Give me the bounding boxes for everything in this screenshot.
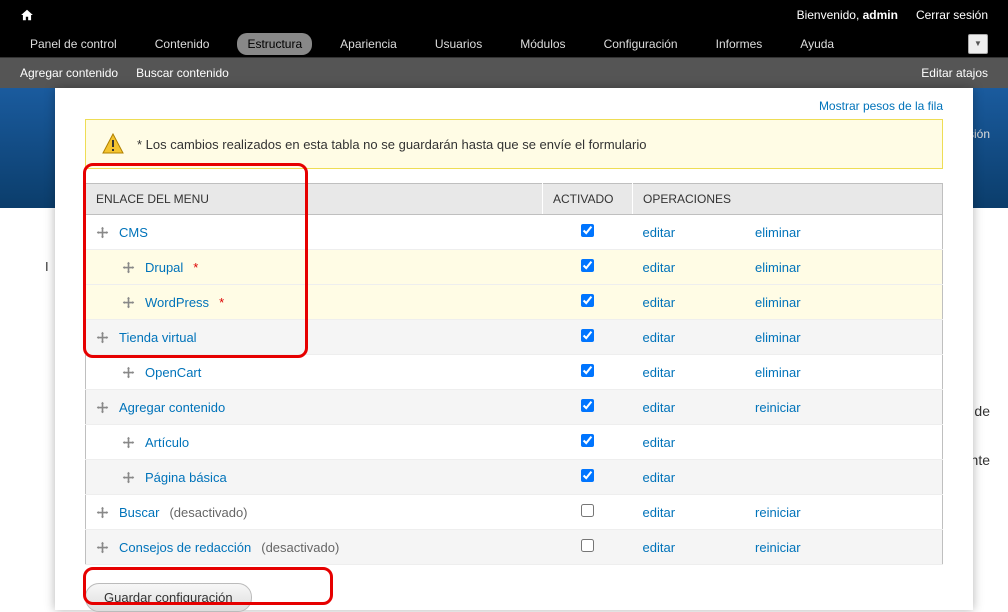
edit-link[interactable]: editar — [643, 330, 676, 345]
toolbar-collapse-icon[interactable]: ▼ — [968, 34, 988, 54]
menu-link[interactable]: WordPress — [145, 295, 209, 310]
edit-link[interactable]: editar — [643, 540, 676, 555]
table-row: Drupal * editar eliminar — [86, 250, 943, 285]
reset-link[interactable]: reiniciar — [755, 400, 801, 415]
table-row: Página básica editar — [86, 460, 943, 495]
warning-message: * Los cambios realizados en esta tabla n… — [85, 119, 943, 169]
menu-link[interactable]: Agregar contenido — [119, 400, 225, 415]
reset-link[interactable]: reiniciar — [755, 505, 801, 520]
drag-handle-icon[interactable] — [96, 541, 109, 554]
drag-handle-icon[interactable] — [122, 261, 135, 274]
save-config-button[interactable]: Guardar configuración — [85, 583, 252, 612]
menu-link[interactable]: Drupal — [145, 260, 183, 275]
col-ops: OPERACIONES — [633, 184, 943, 215]
col-enabled: ACTIVADO — [543, 184, 633, 215]
changed-marker: * — [219, 295, 224, 310]
drag-handle-icon[interactable] — [122, 296, 135, 309]
enabled-checkbox[interactable] — [581, 539, 594, 552]
welcome-prefix: Bienvenido, — [797, 8, 863, 22]
shortcut-edit[interactable]: Editar atajos — [921, 66, 988, 80]
menu-apariencia[interactable]: Apariencia — [330, 33, 407, 55]
table-row: OpenCart editar eliminar — [86, 355, 943, 390]
delete-link[interactable]: eliminar — [755, 330, 801, 345]
menu-link[interactable]: Consejos de redacción — [119, 540, 251, 555]
disabled-suffix: (desactivado) — [261, 540, 339, 555]
menu-link[interactable]: CMS — [119, 225, 148, 240]
edit-link[interactable]: editar — [643, 225, 676, 240]
delete-link[interactable]: eliminar — [755, 260, 801, 275]
menu-usuarios[interactable]: Usuarios — [425, 33, 492, 55]
drag-handle-icon[interactable] — [96, 226, 109, 239]
drag-handle-icon[interactable] — [122, 471, 135, 484]
menu-link[interactable]: OpenCart — [145, 365, 201, 380]
table-row: CMS editar eliminar — [86, 215, 943, 250]
menu-link[interactable]: Artículo — [145, 435, 189, 450]
edit-link[interactable]: editar — [643, 400, 676, 415]
table-row: Buscar (desactivado) editar reiniciar — [86, 495, 943, 530]
menu-configuracion[interactable]: Configuración — [594, 33, 688, 55]
drag-handle-icon[interactable] — [122, 436, 135, 449]
show-row-weights-link[interactable]: Mostrar pesos de la fila — [819, 99, 943, 113]
drag-handle-icon[interactable] — [96, 331, 109, 344]
logout-link[interactable]: Cerrar sesión — [916, 8, 988, 22]
menu-link[interactable]: Tienda virtual — [119, 330, 197, 345]
menu-links-table: ENLACE DEL MENU ACTIVADO OPERACIONES CMS… — [85, 183, 943, 565]
bg-text-left: I — [45, 259, 49, 274]
shortcut-add[interactable]: Agregar contenido — [20, 66, 118, 80]
edit-link[interactable]: editar — [643, 365, 676, 380]
menu-informes[interactable]: Informes — [706, 33, 773, 55]
edit-link[interactable]: editar — [643, 505, 676, 520]
shortcut-find[interactable]: Buscar contenido — [136, 66, 229, 80]
enabled-checkbox[interactable] — [581, 364, 594, 377]
disabled-suffix: (desactivado) — [169, 505, 247, 520]
edit-link[interactable]: editar — [643, 435, 676, 450]
enabled-checkbox[interactable] — [581, 399, 594, 412]
drag-handle-icon[interactable] — [122, 366, 135, 379]
menu-contenido[interactable]: Contenido — [145, 33, 220, 55]
drag-handle-icon[interactable] — [96, 401, 109, 414]
table-row: Consejos de redacción (desactivado) edita… — [86, 530, 943, 565]
enabled-checkbox[interactable] — [581, 504, 594, 517]
enabled-checkbox[interactable] — [581, 329, 594, 342]
reset-link[interactable]: reiniciar — [755, 540, 801, 555]
col-link: ENLACE DEL MENU — [86, 184, 543, 215]
overlay-panel: Mostrar pesos de la fila * Los cambios r… — [55, 88, 973, 610]
menu-modulos[interactable]: Módulos — [510, 33, 575, 55]
menu-estructura[interactable]: Estructura — [237, 33, 312, 55]
edit-link[interactable]: editar — [643, 295, 676, 310]
admin-menubar: Panel de control Contenido Estructura Ap… — [0, 30, 1008, 58]
drag-handle-icon[interactable] — [96, 506, 109, 519]
table-row: Agregar contenido editar reiniciar — [86, 390, 943, 425]
edit-link[interactable]: editar — [643, 470, 676, 485]
menu-panel[interactable]: Panel de control — [20, 33, 127, 55]
delete-link[interactable]: eliminar — [755, 295, 801, 310]
menu-link[interactable]: Página básica — [145, 470, 227, 485]
table-row: Artículo editar — [86, 425, 943, 460]
table-row: Tienda virtual editar eliminar — [86, 320, 943, 355]
table-row: WordPress * editar eliminar — [86, 285, 943, 320]
welcome-text: Bienvenido, admin — [797, 8, 898, 22]
changed-marker: * — [193, 260, 198, 275]
enabled-checkbox[interactable] — [581, 259, 594, 272]
shortcut-bar: Agregar contenido Buscar contenido Edita… — [0, 58, 1008, 88]
enabled-checkbox[interactable] — [581, 434, 594, 447]
warning-text: * Los cambios realizados en esta tabla n… — [137, 137, 646, 152]
menu-ayuda[interactable]: Ayuda — [790, 33, 844, 55]
bg-text-r1: de — [974, 403, 990, 419]
delete-link[interactable]: eliminar — [755, 365, 801, 380]
warning-icon — [101, 132, 125, 156]
admin-toolbar: Bienvenido, admin Cerrar sesión — [0, 0, 1008, 30]
enabled-checkbox[interactable] — [581, 294, 594, 307]
menu-link[interactable]: Buscar — [119, 505, 159, 520]
edit-link[interactable]: editar — [643, 260, 676, 275]
username: admin — [863, 8, 898, 22]
delete-link[interactable]: eliminar — [755, 225, 801, 240]
enabled-checkbox[interactable] — [581, 469, 594, 482]
home-icon[interactable] — [20, 8, 34, 22]
enabled-checkbox[interactable] — [581, 224, 594, 237]
